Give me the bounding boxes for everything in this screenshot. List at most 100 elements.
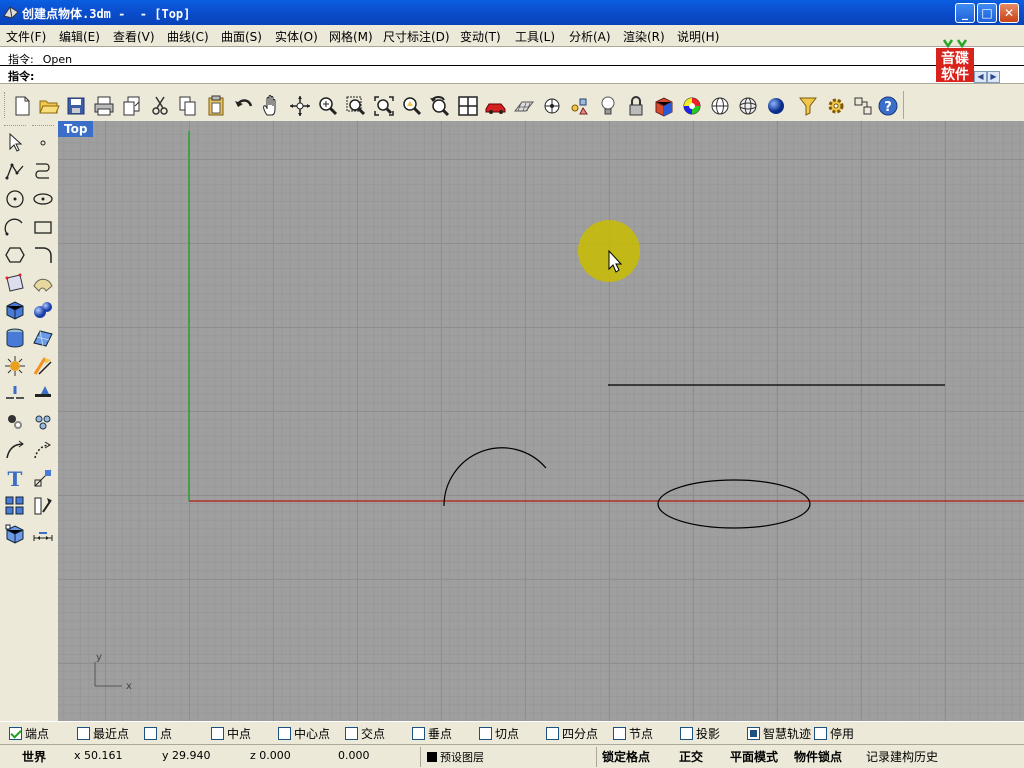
scroll-right-arrow[interactable]: ▶ bbox=[987, 71, 1000, 83]
circle-icon[interactable] bbox=[3, 187, 27, 211]
status-history[interactable]: 记录建构历史 bbox=[866, 748, 938, 765]
status-layer[interactable]: 预设图层 bbox=[427, 749, 484, 765]
surface-patch-icon[interactable] bbox=[31, 326, 55, 350]
left-toolbar-grip[interactable] bbox=[4, 125, 26, 128]
cylinder-icon[interactable] bbox=[3, 326, 27, 350]
text-icon[interactable]: T bbox=[3, 466, 27, 491]
osnap-option-9[interactable]: 节点 bbox=[613, 725, 653, 741]
array-icon[interactable] bbox=[3, 494, 27, 518]
status-snap[interactable]: 锁定格点 bbox=[602, 748, 650, 765]
osnap-option-6[interactable]: 垂点 bbox=[412, 725, 452, 741]
shade-icon[interactable] bbox=[652, 94, 676, 118]
copy-icon[interactable] bbox=[176, 94, 200, 118]
maximize-button[interactable]: □ bbox=[977, 3, 997, 23]
menu-analyze[interactable]: 分析(A) bbox=[569, 28, 611, 45]
menu-dimension[interactable]: 尺寸标注(D) bbox=[383, 28, 450, 45]
point-icon[interactable] bbox=[31, 131, 55, 155]
left-toolbar-grip-2[interactable] bbox=[32, 125, 54, 128]
group-icon[interactable] bbox=[3, 410, 27, 434]
osnap-option-7[interactable]: 切点 bbox=[479, 725, 519, 741]
align-icon[interactable] bbox=[31, 494, 55, 518]
cut-icon[interactable] bbox=[148, 94, 172, 118]
osnap-option-12[interactable]: 停用 bbox=[814, 725, 854, 741]
menu-transform[interactable]: 变动(T) bbox=[460, 28, 501, 45]
rectangle-icon[interactable] bbox=[31, 215, 55, 239]
help-icon[interactable]: ? bbox=[876, 94, 900, 118]
osnap-option-5[interactable]: 交点 bbox=[345, 725, 385, 741]
osnap-checkbox[interactable] bbox=[77, 727, 90, 740]
sphere-icon[interactable] bbox=[31, 298, 55, 322]
paste-icon[interactable] bbox=[204, 94, 228, 118]
status-osnap[interactable]: 物件锁点 bbox=[794, 748, 842, 765]
lock-icon[interactable] bbox=[624, 94, 648, 118]
polyline-icon[interactable] bbox=[3, 159, 27, 183]
transform-icon[interactable] bbox=[31, 438, 55, 462]
menu-render[interactable]: 渲染(R) bbox=[623, 28, 665, 45]
open-folder-icon[interactable] bbox=[37, 94, 61, 118]
zoom-dynamic-icon[interactable] bbox=[316, 94, 340, 118]
explode-icon[interactable] bbox=[3, 354, 27, 378]
arc-icon[interactable] bbox=[3, 215, 27, 239]
wireframe-sphere-icon[interactable] bbox=[708, 94, 732, 118]
viewport-title-tab[interactable]: Top bbox=[58, 121, 94, 137]
status-ortho[interactable]: 正交 bbox=[679, 748, 703, 765]
osnap-checkbox[interactable] bbox=[479, 727, 492, 740]
osnap-option-0[interactable]: 端点 bbox=[9, 725, 49, 741]
zoom-selected-icon[interactable] bbox=[400, 94, 424, 118]
zoom-extents-icon[interactable] bbox=[372, 94, 396, 118]
surface-point-icon[interactable] bbox=[3, 271, 27, 295]
trim-icon[interactable] bbox=[31, 354, 55, 378]
osnap-option-4[interactable]: 中心点 bbox=[278, 725, 330, 741]
split-icon[interactable] bbox=[3, 382, 27, 406]
menu-tools[interactable]: 工具(L) bbox=[515, 28, 555, 45]
menu-curve[interactable]: 曲线(C) bbox=[167, 28, 209, 45]
objects-icon[interactable] bbox=[568, 94, 592, 118]
menu-view[interactable]: 查看(V) bbox=[113, 28, 155, 45]
osnap-checkbox[interactable] bbox=[9, 727, 22, 740]
osnap-checkbox[interactable] bbox=[680, 727, 693, 740]
polygon-icon[interactable] bbox=[3, 243, 27, 267]
menu-mesh[interactable]: 网格(M) bbox=[329, 28, 373, 45]
osnap-option-11[interactable]: 智慧轨迹 bbox=[747, 725, 811, 741]
toolbar-grip[interactable] bbox=[4, 92, 7, 118]
menu-help[interactable]: 说明(H) bbox=[677, 28, 719, 45]
box-icon[interactable] bbox=[3, 298, 27, 322]
rhino-app-icon[interactable] bbox=[3, 4, 19, 20]
select-arrow-icon[interactable] bbox=[3, 131, 27, 155]
menu-edit[interactable]: 编辑(E) bbox=[59, 28, 100, 45]
top-viewport[interactable]: y x Top bbox=[58, 121, 1024, 721]
osnap-option-2[interactable]: 点 bbox=[144, 725, 172, 741]
surface-icon[interactable] bbox=[31, 271, 55, 295]
grid-plane-icon[interactable] bbox=[512, 94, 536, 118]
command-input[interactable] bbox=[44, 66, 924, 82]
car-icon[interactable] bbox=[484, 94, 508, 118]
block-icon[interactable] bbox=[3, 522, 27, 546]
viewport-scene[interactable]: y x bbox=[58, 121, 1024, 721]
scroll-left-arrow[interactable]: ◀ bbox=[974, 71, 987, 83]
ellipse-curve[interactable] bbox=[657, 479, 811, 529]
render-sphere-icon[interactable] bbox=[764, 94, 788, 118]
grid-sphere-icon[interactable] bbox=[736, 94, 760, 118]
curve-blend-icon[interactable] bbox=[31, 159, 55, 183]
dimension-icon[interactable] bbox=[31, 522, 55, 546]
menu-solid[interactable]: 实体(O) bbox=[275, 28, 318, 45]
osnap-checkbox[interactable] bbox=[613, 727, 626, 740]
arc-curve[interactable] bbox=[443, 447, 547, 507]
construction-plane-icon[interactable] bbox=[540, 94, 564, 118]
osnap-option-8[interactable]: 四分点 bbox=[546, 725, 598, 741]
osnap-option-1[interactable]: 最近点 bbox=[77, 725, 129, 741]
status-planar[interactable]: 平面模式 bbox=[730, 748, 778, 765]
undo-icon[interactable] bbox=[232, 94, 256, 118]
settings-gear-icon[interactable] bbox=[824, 94, 848, 118]
close-button[interactable]: ✕ bbox=[999, 3, 1019, 23]
select-filter-icon[interactable] bbox=[796, 94, 820, 118]
save-icon[interactable] bbox=[64, 94, 88, 118]
scale-icon[interactable] bbox=[31, 466, 55, 490]
menu-file[interactable]: 文件(F) bbox=[6, 28, 46, 45]
osnap-checkbox[interactable] bbox=[814, 727, 827, 740]
curve-offset-icon[interactable] bbox=[31, 410, 55, 434]
osnap-checkbox[interactable] bbox=[278, 727, 291, 740]
osnap-checkbox[interactable] bbox=[412, 727, 425, 740]
light-bulb-icon[interactable] bbox=[596, 94, 620, 118]
osnap-checkbox[interactable] bbox=[144, 727, 157, 740]
